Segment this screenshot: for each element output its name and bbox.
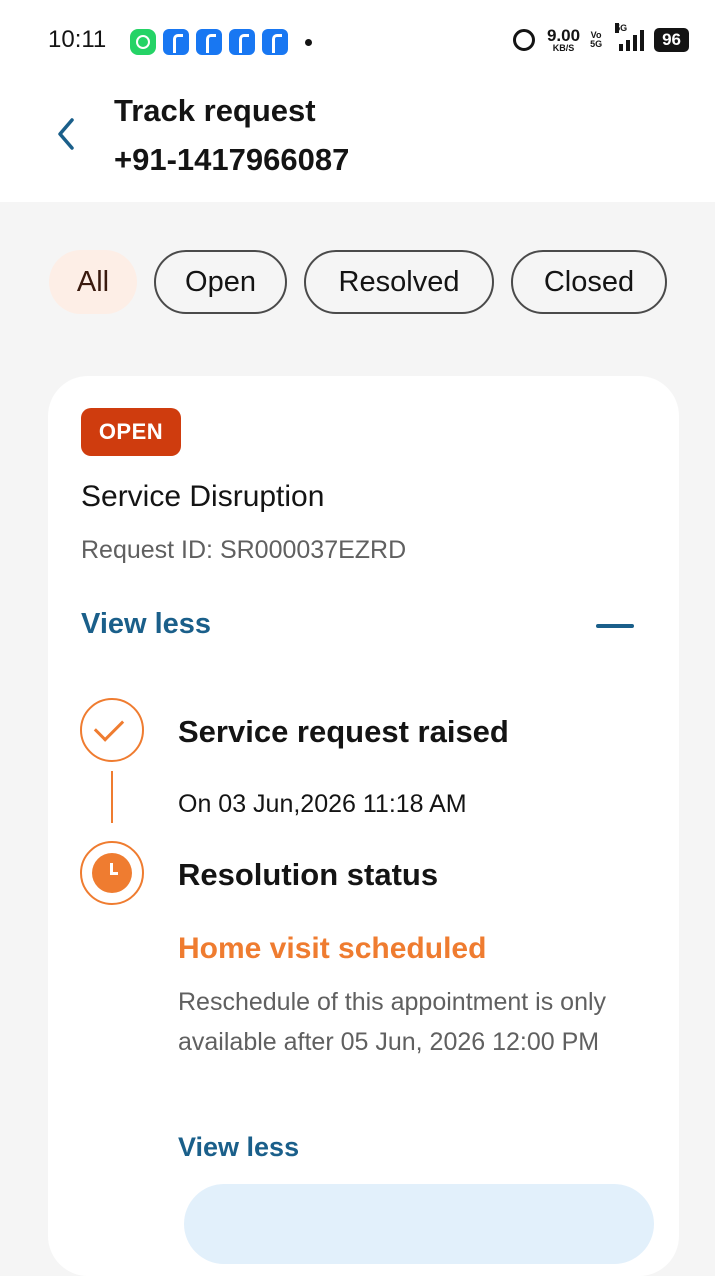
whatsapp-icon bbox=[130, 29, 156, 55]
view-less-link[interactable]: View less bbox=[81, 608, 211, 641]
facebook-icon bbox=[229, 29, 255, 55]
step-title-raised: Service request raised bbox=[178, 714, 509, 749]
appointment-action-panel[interactable] bbox=[184, 1184, 654, 1264]
check-circle-icon bbox=[80, 698, 144, 762]
battery-indicator: 96 bbox=[654, 28, 689, 52]
alarm-icon bbox=[512, 29, 535, 51]
request-card: OPEN Service Disruption Request ID: SR00… bbox=[48, 376, 679, 1276]
resolution-status-text: Home visit scheduled bbox=[178, 932, 487, 965]
resolution-description: Reschedule of this appointment is only a… bbox=[178, 988, 607, 1056]
status-bar: 10:11 9.00 KB/S Vo 5G 5G 96 bbox=[0, 0, 715, 80]
request-id: Request ID: SR000037EZRD bbox=[81, 536, 407, 564]
filter-chip-all[interactable]: All bbox=[49, 250, 137, 314]
signal-icon: 5G bbox=[615, 23, 645, 51]
filter-chip-resolved[interactable]: Resolved bbox=[304, 250, 494, 314]
filter-chip-open[interactable]: Open bbox=[154, 250, 287, 314]
filter-chip-closed[interactable]: Closed bbox=[511, 250, 667, 314]
facebook-icon bbox=[196, 29, 222, 55]
status-badge: OPEN bbox=[81, 408, 181, 456]
facebook-icon bbox=[163, 29, 189, 55]
volte-indicator: Vo 5G bbox=[590, 30, 603, 50]
network-speed-value: 9.00 bbox=[546, 26, 581, 45]
network-speed-unit: KB/S bbox=[552, 43, 575, 53]
status-indicators: 9.00 KB/S Vo 5G 5G 96 bbox=[512, 23, 689, 53]
status-time: 10:11 bbox=[48, 26, 107, 53]
network-speed: 9.00 KB/S bbox=[547, 27, 580, 53]
phone-number: +91-1417966087 bbox=[114, 142, 350, 177]
timeline-connector bbox=[111, 771, 113, 823]
step-title-resolution: Resolution status bbox=[178, 857, 439, 892]
view-less-link-secondary[interactable]: View less bbox=[178, 1132, 299, 1163]
facebook-icon bbox=[262, 29, 288, 55]
volte-bottom: 5G bbox=[590, 39, 603, 49]
collapse-icon[interactable] bbox=[596, 624, 634, 628]
signal-label: 5G bbox=[615, 23, 628, 33]
clock-icon bbox=[80, 841, 144, 905]
more-notifications-dot bbox=[305, 38, 312, 46]
notification-icons bbox=[130, 29, 312, 55]
page-title: Track request bbox=[114, 93, 316, 128]
request-title: Service Disruption bbox=[81, 480, 325, 513]
step-date-raised: On 03 Jun,2026 11:18 AM bbox=[178, 790, 467, 818]
filter-chips: All Open Resolved Closed bbox=[49, 250, 667, 314]
app-header bbox=[0, 80, 715, 202]
back-arrow-icon[interactable] bbox=[56, 114, 76, 154]
